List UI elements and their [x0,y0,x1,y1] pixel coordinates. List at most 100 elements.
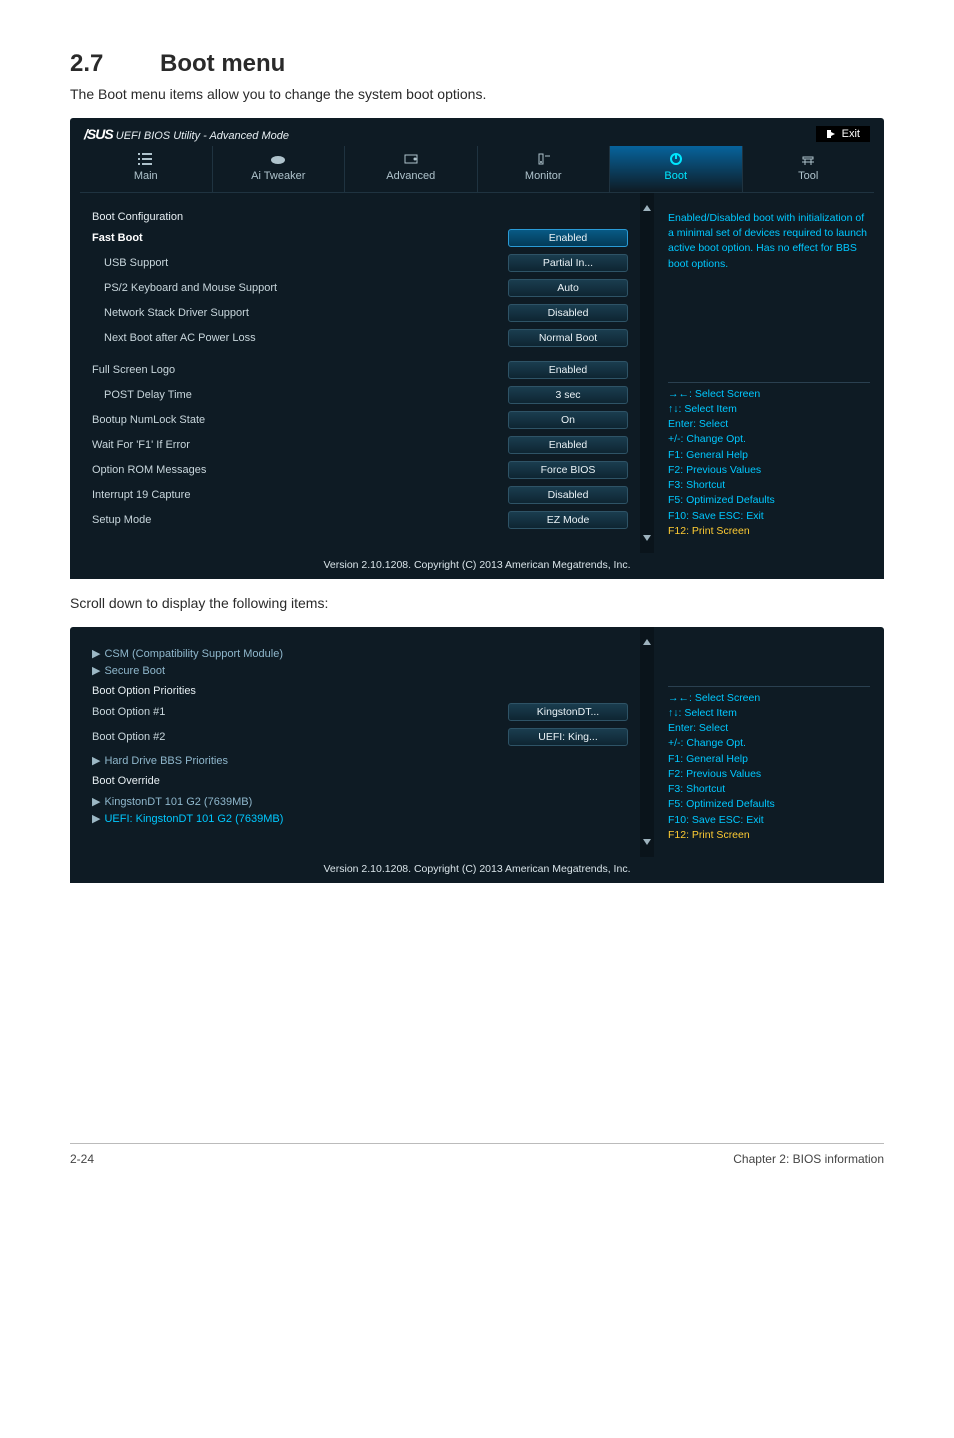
submenu-hdd-bbs[interactable]: ▶ Hard Drive BBS Priorities [92,752,628,769]
submenu-hdd-bbs-label: Hard Drive BBS Priorities [104,755,227,767]
help-text: Enabled/Disabled boot with initializatio… [668,211,870,272]
group-boot-priorities: Boot Option Priorities [92,685,628,697]
chapter-label: Chapter 2: BIOS information [733,1152,884,1166]
setting-wait-f1[interactable]: Wait For 'F1' If Error [92,439,488,451]
value-option-rom[interactable]: Force BIOS [508,461,628,479]
power-icon [667,152,685,166]
section-heading: 2.7Boot menu [70,50,884,78]
help-l2: ↑↓: Select Item [668,402,870,417]
scroll-down-icon [642,533,652,543]
group-boot-override: Boot Override [92,775,628,787]
brand-logo: /SUS [84,126,113,142]
help-l7: F3: Shortcut [668,782,870,797]
setting-numlock[interactable]: Bootup NumLock State [92,414,488,426]
tab-main[interactable]: Main [80,146,213,192]
submenu-csm-label: CSM (Compatibility Support Module) [104,648,283,660]
bios-settings-pane-2: ▶ CSM (Compatibility Support Module) ▶ Sec… [70,627,640,857]
value-fast-boot[interactable]: Enabled [508,229,628,247]
setting-setup-mode[interactable]: Setup Mode [92,514,488,526]
bios-settings-pane: Boot Configuration Fast Boot Enabled USB… [70,193,640,553]
value-full-screen-logo[interactable]: Enabled [508,361,628,379]
value-int19[interactable]: Disabled [508,486,628,504]
bios-footer: Version 2.10.1208. Copyright (C) 2013 Am… [70,553,884,579]
monitor-icon [534,152,552,166]
value-next-boot[interactable]: Normal Boot [508,329,628,347]
setting-boot-option-2[interactable]: Boot Option #2 [92,731,488,743]
setting-boot-option-1[interactable]: Boot Option #1 [92,706,488,718]
bios-tabs: Main Ai Tweaker Advanced Monitor Boot To… [80,146,874,193]
setting-network-stack[interactable]: Network Stack Driver Support [92,307,488,319]
value-setup-mode[interactable]: EZ Mode [508,511,628,529]
boot-override-2[interactable]: ▶ UEFI: KingstonDT 101 G2 (7639MB) [92,810,628,827]
setting-option-rom[interactable]: Option ROM Messages [92,464,488,476]
chevron-right-icon: ▶ [92,813,100,825]
value-ps2[interactable]: Auto [508,279,628,297]
tab-boot-label: Boot [664,170,687,182]
submenu-csm[interactable]: ▶ CSM (Compatibility Support Module) [92,645,628,662]
help-l10: F12: Print Screen [668,828,870,843]
help-l1: →←: Select Screen [668,691,870,706]
tab-ai-tweaker[interactable]: Ai Tweaker [213,146,346,192]
chevron-right-icon: ▶ [92,648,100,660]
chip-icon [402,152,420,166]
value-numlock[interactable]: On [508,411,628,429]
value-usb-support[interactable]: Partial In... [508,254,628,272]
setting-next-boot[interactable]: Next Boot after AC Power Loss [92,332,488,344]
bios-window-scrolled: ▶ CSM (Compatibility Support Module) ▶ Sec… [70,627,884,883]
bios-title: UEFI BIOS Utility - Advanced Mode [116,130,289,142]
value-network-stack[interactable]: Disabled [508,304,628,322]
chevron-right-icon: ▶ [92,665,100,677]
tab-tool[interactable]: Tool [743,146,875,192]
exit-button[interactable]: Exit [816,126,870,142]
setting-ps2[interactable]: PS/2 Keyboard and Mouse Support [92,282,488,294]
scrollbar[interactable] [640,627,654,857]
submenu-secure-boot-label: Secure Boot [104,665,165,677]
help-l5: F1: General Help [668,752,870,767]
chevron-right-icon: ▶ [92,755,100,767]
tab-ai-tweaker-label: Ai Tweaker [251,170,305,182]
value-boot-option-2[interactable]: UEFI: King... [508,728,628,746]
setting-usb-support[interactable]: USB Support [92,257,488,269]
cloud-icon [269,152,287,166]
page-number: 2-24 [70,1152,94,1166]
bios-window-main: /SUS UEFI BIOS Utility - Advanced Mode E… [70,118,884,579]
boot-override-1[interactable]: ▶KingstonDT 101 G2 (7639MB) [92,793,628,810]
tool-icon [799,152,817,166]
tab-monitor[interactable]: Monitor [478,146,611,192]
tab-advanced[interactable]: Advanced [345,146,478,192]
help-keys: →←: Select Screen ↑↓: Select Item Enter:… [668,378,870,539]
value-boot-option-1[interactable]: KingstonDT... [508,703,628,721]
value-post-delay[interactable]: 3 sec [508,386,628,404]
bios-footer-2: Version 2.10.1208. Copyright (C) 2013 Am… [70,857,884,883]
bios-brand: /SUS UEFI BIOS Utility - Advanced Mode [84,126,289,142]
section-intro: The Boot menu items allow you to change … [70,86,884,102]
tab-boot[interactable]: Boot [610,146,743,192]
section-number: 2.7 [70,50,160,78]
help-l8: F5: Optimized Defaults [668,493,870,508]
scroll-caption: Scroll down to display the following ite… [70,595,884,611]
page-footer: 2-24 Chapter 2: BIOS information [70,1143,884,1166]
setting-int19[interactable]: Interrupt 19 Capture [92,489,488,501]
group-boot-configuration: Boot Configuration [92,211,628,223]
scrollbar[interactable] [640,193,654,553]
setting-full-screen-logo[interactable]: Full Screen Logo [92,364,488,376]
help-l10: F12: Print Screen [668,524,870,539]
scroll-up-icon [642,203,652,213]
scroll-up-icon [642,637,652,647]
value-wait-f1[interactable]: Enabled [508,436,628,454]
help-l1: →←: Select Screen [668,387,870,402]
boot-override-2-label: UEFI: KingstonDT 101 G2 (7639MB) [104,813,283,825]
submenu-secure-boot[interactable]: ▶ Secure Boot [92,662,628,679]
bios-help-pane-2: →←: Select Screen ↑↓: Select Item Enter:… [654,627,884,857]
exit-label: Exit [842,128,860,140]
help-l4: +/-: Change Opt. [668,432,870,447]
setting-fast-boot[interactable]: Fast Boot [92,232,488,244]
scroll-down-icon [642,837,652,847]
help-l2: ↑↓: Select Item [668,706,870,721]
setting-post-delay[interactable]: POST Delay Time [92,389,488,401]
help-l3: Enter: Select [668,721,870,736]
help-l6: F2: Previous Values [668,767,870,782]
tab-monitor-label: Monitor [525,170,562,182]
tab-tool-label: Tool [798,170,818,182]
help-l9: F10: Save ESC: Exit [668,509,870,524]
